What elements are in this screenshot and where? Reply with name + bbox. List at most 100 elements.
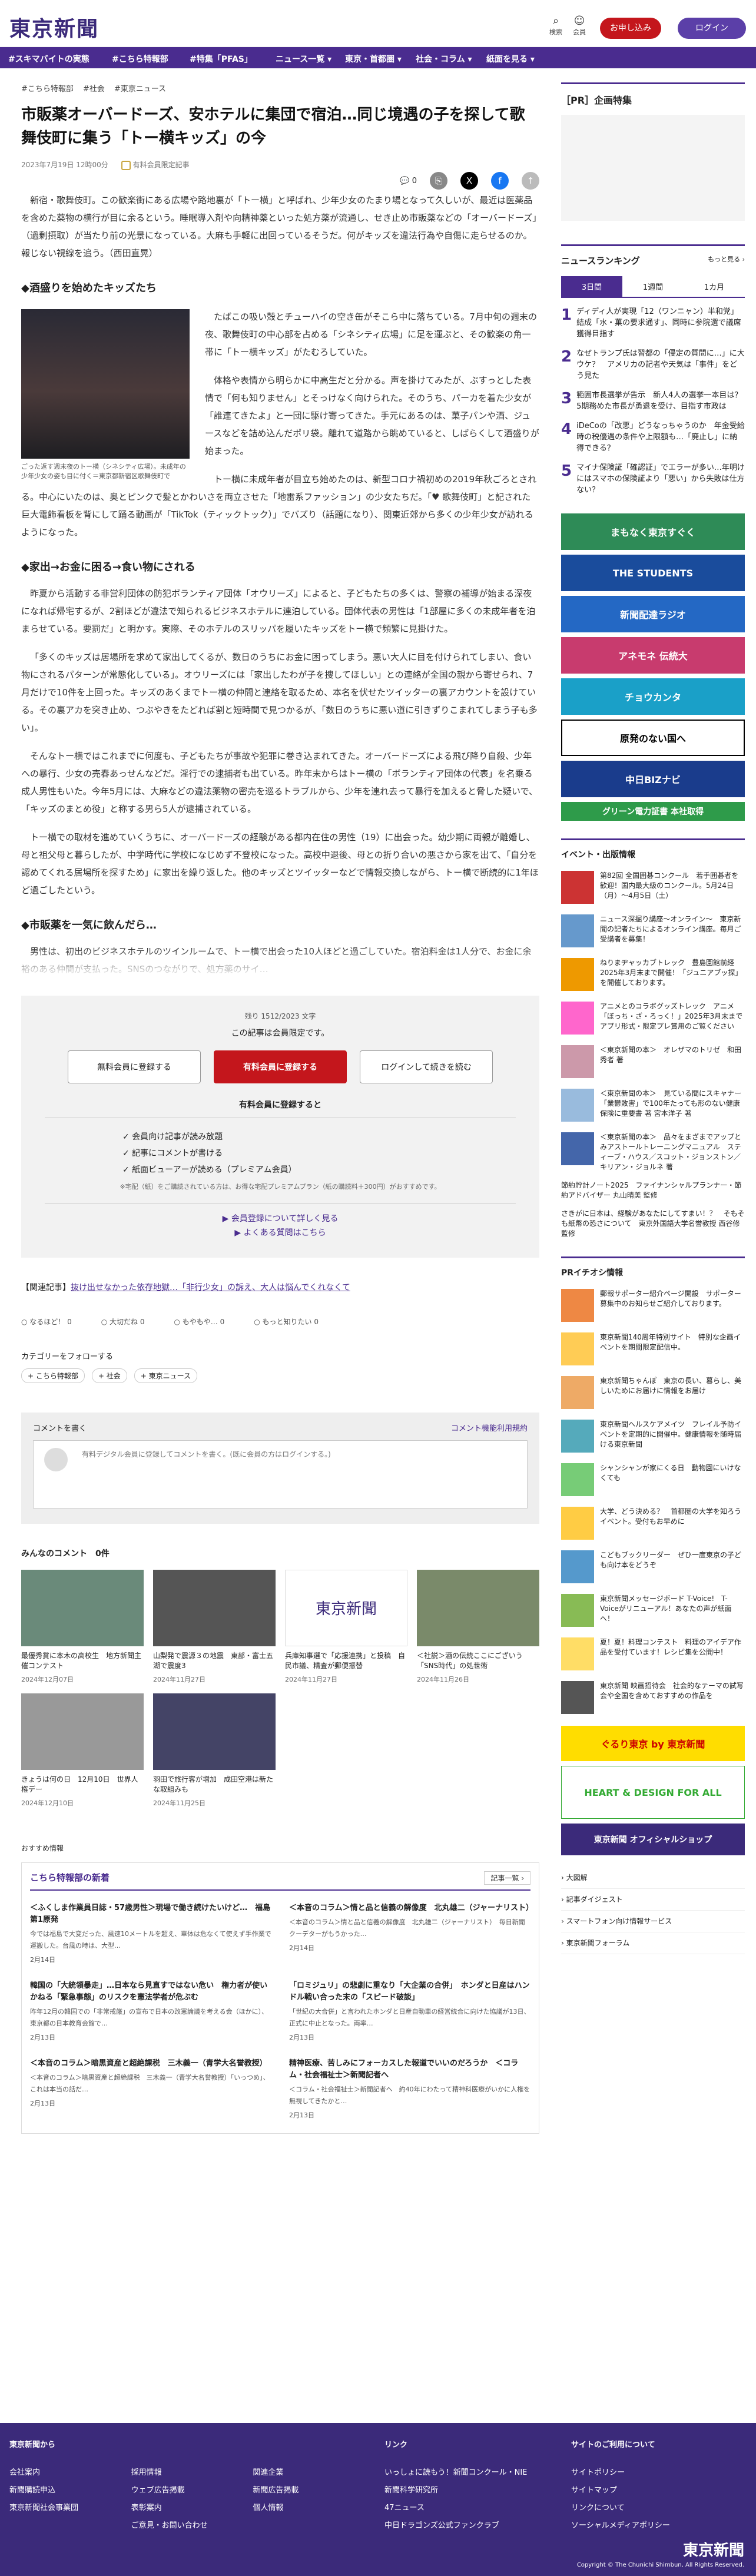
footer-link[interactable]: サイトマップ [571, 2482, 670, 2499]
footer-link[interactable]: いっしょに読もう！新聞コンクール・NIE [384, 2464, 527, 2482]
news-card[interactable]: 最優秀賞に本木の高校生 地方新聞主催コンテスト 2024年12月07日 [21, 1569, 144, 1684]
banner[interactable]: 東京新聞 オフィシャルショップ [561, 1824, 745, 1855]
footer-link[interactable]: 47ニュース [384, 2499, 527, 2517]
free-register-button[interactable]: 無料会員に登録する [68, 1050, 201, 1083]
event-item[interactable]: ＜東京新聞の本＞ オレザマのトリゼ 和田秀者 著 [561, 1045, 745, 1078]
event-item[interactable]: ニュース深掘り講座〜オンライン〜 東京新聞の記者たちによるオンライン講座。毎月ご… [561, 914, 745, 947]
share-icon[interactable]: ↑ [522, 172, 539, 190]
footer-link[interactable]: サイトポリシー [571, 2464, 670, 2482]
news-card[interactable]: ＜社説＞酒の伝統ここにございう「SNS時代」の処世術 2024年11月26日 [417, 1569, 539, 1684]
pr-info-item[interactable]: 東京新聞ちゃんぽ 東京の長い、暮らし、美しいためにお届けに情報をお届け [561, 1376, 745, 1409]
comment-rules-link[interactable]: コメント機能利用規約 [451, 1422, 528, 1433]
site-logo[interactable]: 東京新聞 [9, 12, 99, 42]
banner[interactable]: チョウカンタ [561, 678, 745, 715]
follow-tag[interactable]: + こちら特報部 [21, 1368, 85, 1383]
footer-link[interactable]: 新聞科学研究所 [384, 2482, 527, 2499]
pr-info-item[interactable]: 東京新聞ヘルスケアメイツ フレイル予防イベントを定期的に開催中。健康情報を随時届… [561, 1420, 745, 1453]
footer-link[interactable]: 関連企業 [253, 2464, 374, 2482]
footer-link[interactable]: ご意見・お問い合わせ [131, 2517, 253, 2535]
banner[interactable]: 原発のない国へ [561, 720, 745, 756]
tab-1month[interactable]: 1カ月 [684, 276, 745, 297]
ranking-item[interactable]: 5 マイナ保険証「確認証」でエラーが多い…年明けにはスマホの保険証より「悪い」から… [561, 462, 745, 496]
ranking-item[interactable]: 2 なぜトランプ氏は習都の「侵定の質問に…」に大ウケ？ アメリカの記者や天気は「事… [561, 348, 745, 382]
nav-item[interactable]: #スキマバイトの実態 [8, 53, 89, 65]
facebook-share-icon[interactable]: f [491, 172, 509, 190]
news-card[interactable]: 東京新聞 兵庫知事選で「応援連携」と投稿 自民市議、精査が郵便振替 2024年11月… [285, 1569, 407, 1684]
news-card[interactable]: 羽田で旅行客が増加 成田空港は新たな取組みも 2024年11月25日 [153, 1693, 276, 1808]
pr-info-item[interactable]: 大学、どう決める？ 首都圏の大学を知ろうイベント。受付もお早めに [561, 1507, 745, 1540]
nav-item[interactable]: ニュース一覧 ▾ [276, 53, 331, 65]
related-article-link[interactable]: 抜け出せなかった依存地獄…「非行少女」の訴え、大人は悩んでくれなくて [71, 1283, 350, 1292]
footer-link[interactable]: ソーシャルメディアポリシー [571, 2517, 670, 2535]
sidebar-link[interactable]: › 記事ダイジェスト [561, 1889, 745, 1911]
footer-link[interactable]: リンクについて [571, 2499, 670, 2517]
event-item[interactable]: ねりまヂャッカブトレック 豊島園館前経2025年3月末まで開催！「ジュニアブッ探… [561, 958, 745, 991]
clip-icon[interactable]: ⎘ [430, 172, 447, 190]
nav-item[interactable]: 東京・首都圏 ▾ [345, 53, 402, 65]
comment-input[interactable]: 有料デジタル会員に登録してコメントを書く。(既に会員の方はログインする。) [33, 1440, 528, 1509]
footer-link[interactable]: 採用情報 [131, 2464, 253, 2482]
ranking-item[interactable]: 1 ディディ人が実現「12（ワンニャン）半和党」結成「水・菓の要求通す」、同時に参… [561, 306, 745, 340]
reaction-button[interactable]: ○ なるほど！ 0 [21, 1317, 72, 1327]
search-button[interactable]: ⌕ 検索 [544, 15, 568, 37]
follow-tag[interactable]: + 東京ニュース [134, 1368, 198, 1383]
footer-link[interactable]: 新聞購読申込 [9, 2482, 131, 2499]
banner[interactable]: THE STUDENTS [561, 555, 745, 591]
footer-link[interactable]: 会社案内 [9, 2464, 131, 2482]
news-card[interactable]: 山梨発で震源３の地震 東部・富士五湖で震度3 2024年11月27日 [153, 1569, 276, 1684]
banner[interactable]: 新聞配達ラジオ [561, 596, 745, 632]
nav-item[interactable]: #特集「PFAS」 [190, 53, 253, 65]
footer-link[interactable]: 個人情報 [253, 2499, 374, 2517]
nav-item[interactable]: 紙面を見る ▾ [486, 53, 535, 65]
recommend-item[interactable]: ＜本音のコラム＞情と品と信義の解像度 北丸雄二（ジャーナリスト） ＜本音のコラム＞… [289, 1902, 533, 1966]
nav-item[interactable]: #こちら特報部 [112, 53, 168, 65]
banner[interactable]: グリーン電力証書 本社取得 [561, 802, 745, 821]
recommend-item[interactable]: ＜本音のコラム＞暗黒資産と超絶課税 三木義一（青学大名誉教授） ＜本音のコラム＞暗… [30, 2058, 271, 2121]
footer-link[interactable]: 新聞広告掲載 [253, 2482, 374, 2499]
recommend-item[interactable]: 「ロミジュリ」の悲劇に重なり「大企業の合併」 ホンダと日産はハンドル戦い合った末… [289, 1980, 530, 2044]
membership-info-link[interactable]: ▶ 会員登録について詳しく見る [45, 1212, 516, 1226]
banner[interactable]: ぐるり東京 by 東京新聞 [561, 1726, 745, 1761]
ranking-item[interactable]: 4 iDeCoの「改悪」どうなっちゃうのか 年金受給時の税優遇の条件や上限額も…「… [561, 420, 745, 454]
news-card[interactable]: きょうは何の日 12月10日 世界人権デー 2024年12月10日 [21, 1693, 144, 1808]
event-item[interactable]: 第82回 全国囲碁コンクール 若手囲碁者を歓迎！国内最大級のコンクール。5月24… [561, 871, 745, 904]
faq-link[interactable]: ▶ よくある質問はこちら [45, 1226, 516, 1240]
book-note[interactable]: 節約貯計ノート2025 ファイナンシャルプランナー・節約アドバイザー 丸山晴美 … [561, 1181, 745, 1201]
x-share-icon[interactable]: X [460, 172, 478, 190]
follow-tag[interactable]: + 社会 [91, 1368, 127, 1383]
tag-link[interactable]: #社会 [83, 82, 105, 94]
recommend-item[interactable]: ＜ふくしま作業員日誌・57歳男性＞現場で働き続けたいけど… 福島第1原発 今では福… [30, 1902, 271, 1966]
tag-link[interactable]: #東京ニュース [114, 82, 166, 94]
tab-3days[interactable]: 3日間 [561, 276, 622, 297]
pr-info-item[interactable]: 郵報サポーター紹介ページ開設 サポーター募集中のお知らせご紹介しております。 [561, 1289, 745, 1322]
book-note[interactable]: さきがに日本は、経験があなたにしてすまい！？ そもそも紙幣の恐さについて 東京外… [561, 1209, 745, 1239]
ranking-item[interactable]: 3 範囲市長選挙が告示 新人4人の選挙一本目は？ 5期務めた市長が勇退を受け、目指… [561, 390, 750, 412]
pr-info-item[interactable]: 東京新聞140周年特別サイト 特別な企画イベントを期間限定配信中。 [561, 1332, 745, 1365]
pr-info-item[interactable]: 東京新聞 映画招待会 社会的なテーマの試写会や全国を含めておすすめの作品を [561, 1681, 745, 1714]
pr-info-item[interactable]: こどもブックリーダー ぜひ一度東京の子ども向け本をどうぞ [561, 1550, 745, 1583]
banner[interactable]: 中日BIZナビ [561, 761, 745, 797]
footer-logo[interactable]: 東京新聞 [683, 2538, 744, 2560]
mypage-button[interactable]: ☺ 会員 [568, 15, 591, 37]
sidebar-link[interactable]: › 東京新聞フォーラム [561, 1932, 745, 1954]
sidebar-link[interactable]: › スマートフォン向け情報サービス [561, 1911, 745, 1932]
paid-register-button[interactable]: 有料会員に登録する [214, 1050, 347, 1083]
banner[interactable]: アネモネ 伝統大 [561, 637, 745, 674]
pr-info-item[interactable]: 東京新聞メッセージボード T-Voice! T-Voiceがリニューアル！あなた… [561, 1594, 745, 1627]
sidebar-link[interactable]: › 大図解 [561, 1867, 745, 1889]
pr-ad-slot[interactable] [561, 115, 745, 221]
footer-link[interactable]: 表彰案内 [131, 2499, 253, 2517]
footer-link[interactable]: 東京新聞社会事業団 [9, 2499, 131, 2517]
subscribe-button[interactable]: お申し込み [600, 18, 661, 39]
ranking-more-link[interactable]: もっと見る › [708, 254, 745, 267]
login-continue-button[interactable]: ログインして続きを読む [360, 1050, 493, 1083]
banner[interactable]: HEART & DESIGN FOR ALL [561, 1766, 745, 1819]
footer-link[interactable]: ウェブ広告掲載 [131, 2482, 253, 2499]
tab-1week[interactable]: 1週間 [622, 276, 684, 297]
comment-count[interactable]: 💬 0 [400, 177, 417, 185]
reaction-button[interactable]: ○ もっと知りたい 0 [254, 1317, 319, 1327]
reaction-button[interactable]: ○ 大切だね 0 [101, 1317, 145, 1327]
reaction-button[interactable]: ○ もやもや… 0 [174, 1317, 225, 1327]
pr-info-item[interactable]: 夏！夏！料理コンテスト 料理のアイデア作品を受付ています！レシピ集を公開中！ [561, 1637, 745, 1670]
event-item[interactable]: ＜東京新聞の本＞ 見ている間にスキャナー「業鬱敗害」で100年たっても形のない健… [561, 1089, 745, 1122]
